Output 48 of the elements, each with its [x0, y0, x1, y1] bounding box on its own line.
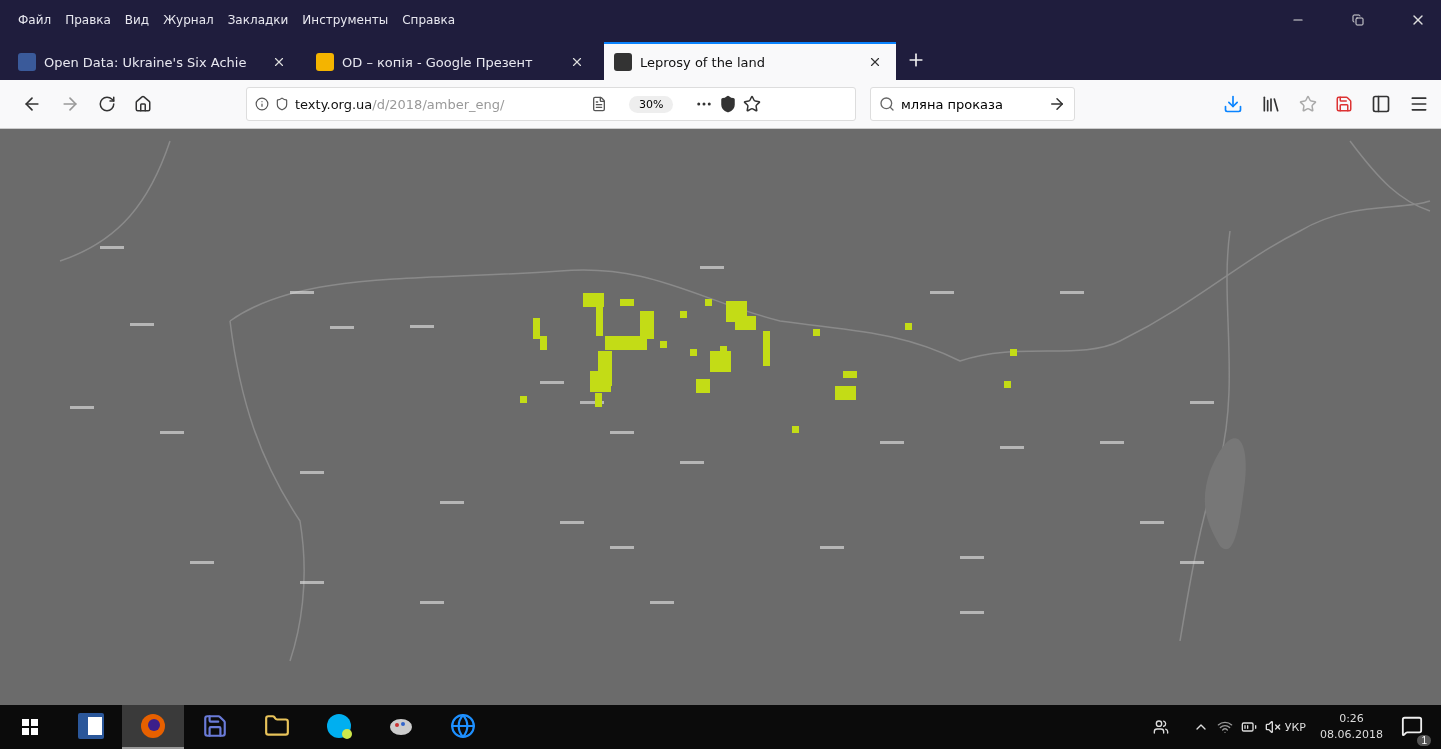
menu-item[interactable]: Журнал: [163, 13, 214, 27]
url-text: texty.org.ua/d/2018/amber_eng/: [295, 96, 506, 112]
search-field[interactable]: мляна проказа: [870, 87, 1075, 121]
reader-view-icon[interactable]: [591, 96, 607, 112]
close-icon: [868, 55, 882, 69]
clock-time: 0:26: [1339, 711, 1364, 727]
wifi-icon: [1216, 719, 1233, 735]
close-icon: [272, 55, 286, 69]
clock-date: 08.06.2018: [1320, 727, 1383, 743]
people-glyph-icon: [1152, 719, 1169, 735]
info-icon: [255, 97, 269, 111]
tab-title: OD – копія - Google Презент: [342, 54, 534, 70]
browser-tab[interactable]: Open Data: Ukraine's Six Achie: [8, 42, 300, 80]
menu-item[interactable]: Инструменты: [302, 13, 389, 27]
language-indicator[interactable]: УКР: [1284, 720, 1306, 734]
favicon-icon: [614, 53, 632, 71]
menu-item[interactable]: Правка: [65, 13, 111, 27]
folder-icon: [264, 713, 290, 739]
address-bar[interactable]: texty.org.ua/d/2018/amber_eng/ 30%: [246, 87, 856, 121]
download-icon: [1223, 94, 1243, 114]
library-icon: [1261, 94, 1281, 114]
favicon-icon: [316, 53, 334, 71]
sidebar-icon: [1371, 94, 1391, 114]
menu-item[interactable]: Закладки: [227, 13, 289, 27]
tab-title: Leprosy of the land: [640, 54, 767, 70]
message-icon: [1401, 714, 1423, 737]
zoom-level[interactable]: 30%: [629, 95, 674, 113]
speaker-muted-icon: [1264, 719, 1281, 735]
battery-icon: [1240, 719, 1257, 735]
menu-item[interactable]: Файл: [18, 13, 52, 27]
browser-tab[interactable]: Leprosy of the land: [604, 42, 896, 80]
restore-icon: [1352, 14, 1364, 26]
menu-item[interactable]: Вид: [124, 13, 150, 27]
home-icon: [134, 95, 152, 113]
tab-title: Open Data: Ukraine's Six Achie: [44, 54, 248, 70]
reload-icon: [98, 95, 116, 113]
star-icon[interactable]: [743, 95, 762, 113]
favicon-icon: [18, 53, 36, 71]
notification-count: 1: [1417, 734, 1431, 746]
shield-icon: [275, 97, 289, 111]
menu-icon: [1409, 94, 1429, 114]
browser-tab[interactable]: OD – копія - Google Презент: [306, 42, 598, 80]
windows-logo-icon: [22, 719, 38, 735]
close-icon: [570, 55, 584, 69]
star-icon: [1299, 95, 1317, 113]
go-arrow-icon: [1048, 95, 1066, 113]
search-icon: [879, 96, 895, 112]
menu-item[interactable]: Справка: [402, 13, 456, 27]
